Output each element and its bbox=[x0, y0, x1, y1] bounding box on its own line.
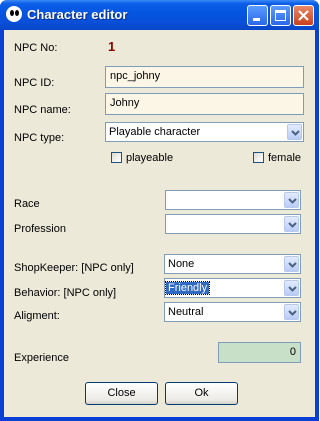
minimize-button[interactable] bbox=[247, 5, 268, 26]
profession-dropdown-button[interactable] bbox=[284, 216, 299, 232]
aligment-select[interactable]: Neutral bbox=[164, 302, 301, 322]
close-window-button[interactable] bbox=[293, 5, 314, 26]
npc-name-field[interactable]: Johny bbox=[105, 93, 304, 115]
playeable-label: playeable bbox=[126, 152, 174, 164]
ok-button[interactable]: Ok bbox=[165, 382, 238, 405]
behavior-select[interactable]: Friendly bbox=[164, 278, 301, 298]
chevron-down-icon bbox=[288, 310, 297, 316]
close-button[interactable]: Close bbox=[85, 382, 158, 405]
app-face-icon[interactable] bbox=[6, 6, 22, 22]
shopkeeper-select[interactable]: None bbox=[164, 254, 301, 274]
female-checkbox[interactable] bbox=[253, 152, 264, 163]
chevron-down-icon bbox=[291, 130, 300, 136]
title-bar[interactable]: Character editor bbox=[0, 0, 319, 30]
npc-type-dropdown-button[interactable] bbox=[287, 124, 302, 140]
npc-type-label: NPC type: bbox=[14, 132, 65, 144]
behavior-dropdown-button[interactable] bbox=[284, 280, 299, 296]
behavior-value: Friendly bbox=[164, 281, 211, 295]
npc-no-label: NPC No: bbox=[14, 42, 58, 54]
maximize-button[interactable] bbox=[270, 5, 291, 26]
chevron-down-icon bbox=[288, 198, 297, 204]
race-label: Race bbox=[14, 198, 40, 210]
shopkeeper-dropdown-button[interactable] bbox=[284, 256, 299, 272]
experience-field[interactable]: 0 bbox=[218, 342, 301, 363]
npc-id-label: NPC ID: bbox=[14, 77, 55, 89]
npc-name-label: NPC name: bbox=[14, 104, 71, 116]
npc-type-select[interactable]: Playable character bbox=[105, 122, 304, 142]
window-title: Character editor bbox=[27, 7, 128, 22]
minimize-icon bbox=[253, 18, 260, 21]
race-dropdown-button[interactable] bbox=[284, 192, 299, 208]
playeable-checkbox[interactable] bbox=[111, 152, 122, 163]
maximize-icon bbox=[275, 10, 286, 21]
chevron-down-icon bbox=[288, 222, 297, 228]
profession-label: Profession bbox=[14, 223, 66, 235]
character-editor-window: Character editor NPC No: 1 NPC ID: npc_j… bbox=[0, 0, 319, 421]
npc-id-field[interactable]: npc_johny bbox=[105, 66, 304, 88]
form-panel: NPC No: 1 NPC ID: npc_johny NPC name: Jo… bbox=[4, 30, 315, 417]
race-select[interactable] bbox=[165, 190, 301, 210]
shopkeeper-value: None bbox=[168, 258, 195, 270]
aligment-dropdown-button[interactable] bbox=[284, 304, 299, 320]
shopkeeper-label: ShopKeeper: [NPC only] bbox=[14, 262, 134, 274]
aligment-label: Aligment: bbox=[14, 310, 60, 322]
npc-type-value: Playable character bbox=[109, 126, 201, 138]
aligment-value: Neutral bbox=[168, 306, 204, 318]
npc-no-value: 1 bbox=[108, 39, 116, 54]
close-icon bbox=[298, 10, 309, 21]
experience-label: Experience bbox=[14, 352, 70, 364]
chevron-down-icon bbox=[288, 262, 297, 268]
chevron-down-icon bbox=[288, 286, 297, 292]
female-label: female bbox=[268, 152, 302, 164]
profession-select[interactable] bbox=[165, 214, 301, 234]
behavior-label: Behavior: [NPC only] bbox=[14, 287, 117, 299]
